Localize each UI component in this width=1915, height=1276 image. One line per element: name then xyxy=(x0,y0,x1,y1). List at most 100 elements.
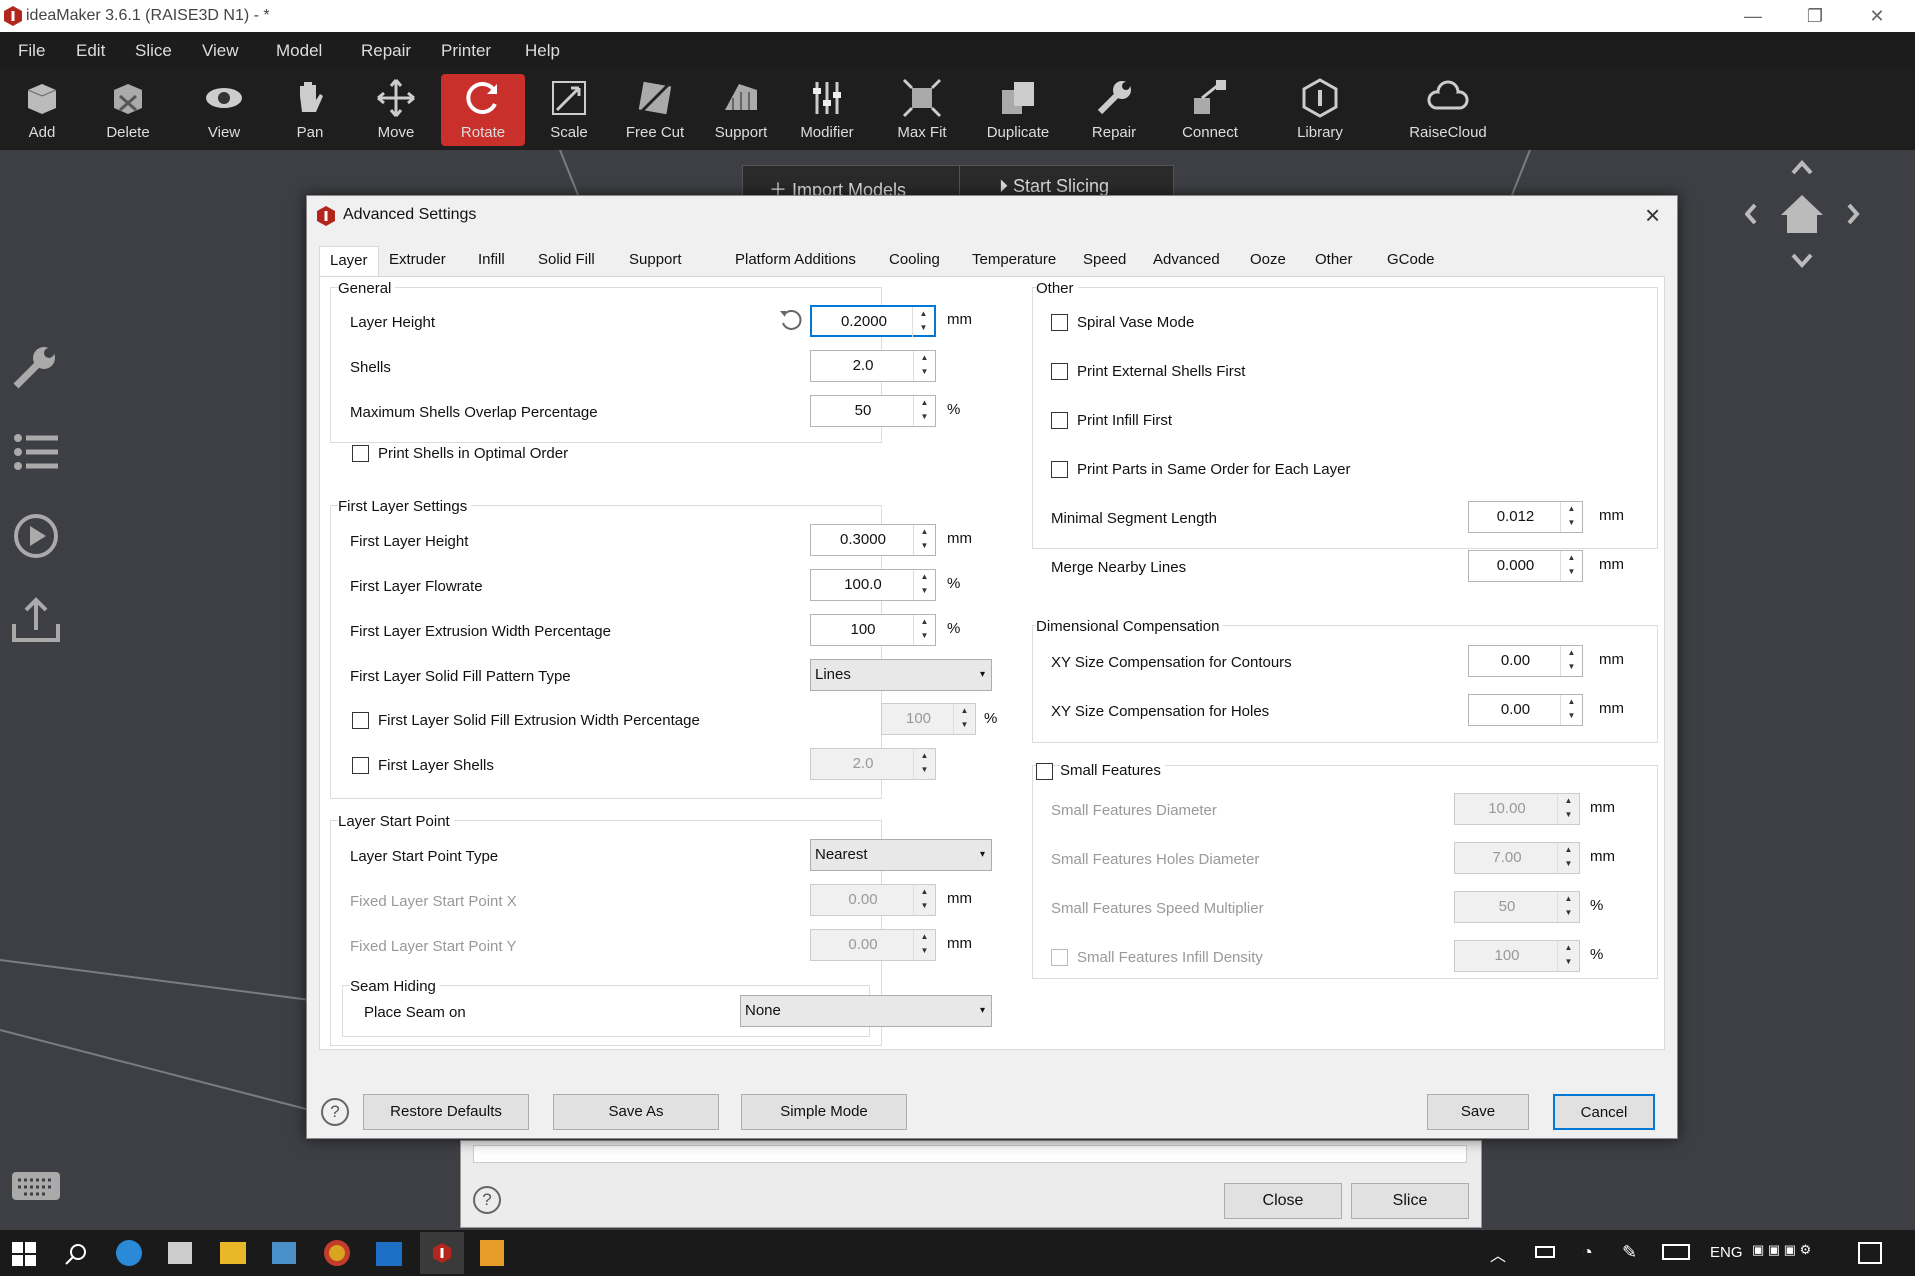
small-infill-input[interactable]: 100 ▲ ▼ xyxy=(1454,940,1580,972)
menu-view[interactable]: View xyxy=(202,41,239,61)
battery-icon[interactable] xyxy=(1535,1246,1555,1258)
tab-layer[interactable]: Layer xyxy=(319,246,379,276)
notification-icon[interactable] xyxy=(1858,1242,1882,1264)
xy-holes-input[interactable]: 0.00 ▲ ▼ xyxy=(1468,694,1583,726)
menu-repair[interactable]: Repair xyxy=(361,41,411,61)
outlook-icon[interactable] xyxy=(376,1242,402,1266)
tool-max-fit[interactable]: Max Fit xyxy=(880,74,964,146)
start-slicing-button[interactable]: ⏵ Start Slicing xyxy=(999,176,1109,197)
slice-button[interactable]: Slice xyxy=(1351,1183,1469,1219)
merge-lines-input[interactable]: 0.000 ▲ ▼ xyxy=(1468,550,1583,582)
first-layer-flowrate-input[interactable]: 100.0 ▲ ▼ xyxy=(810,569,936,601)
tool-raisecloud[interactable]: RaiseCloud xyxy=(1402,74,1494,146)
menu-help[interactable]: Help xyxy=(525,41,560,61)
tab-cooling[interactable]: Cooling xyxy=(879,246,950,276)
small-infill-checkbox[interactable] xyxy=(1051,949,1068,966)
tool-connect[interactable]: Connect xyxy=(1168,74,1252,146)
chrome-icon[interactable] xyxy=(324,1240,350,1266)
stepper-arrows[interactable]: ▲ ▼ xyxy=(1557,794,1579,824)
restore-button[interactable]: ❐ xyxy=(1784,0,1846,32)
play-side-icon[interactable] xyxy=(10,510,62,562)
tab-platform-additions[interactable]: Platform Additions xyxy=(725,246,866,276)
spiral-vase-checkbox[interactable] xyxy=(1051,314,1068,331)
small-holes-input[interactable]: 7.00 ▲ ▼ xyxy=(1454,842,1580,874)
infill-first-checkbox[interactable] xyxy=(1051,412,1068,429)
tool-add[interactable]: Add xyxy=(0,74,84,146)
tool-free-cut[interactable]: Free Cut xyxy=(613,74,697,146)
first-layer-height-input[interactable]: 0.3000 ▲ ▼ xyxy=(810,524,936,556)
cancel-button[interactable]: Cancel xyxy=(1553,1094,1655,1130)
stepper-arrows[interactable]: ▲ ▼ xyxy=(913,930,935,960)
stepper-arrows[interactable]: ▲ ▼ xyxy=(913,396,935,426)
list-side-icon[interactable] xyxy=(10,426,62,478)
tab-infill[interactable]: Infill xyxy=(468,246,515,276)
camera-nav-icon[interactable] xyxy=(1745,155,1865,275)
xy-contours-input[interactable]: 0.00 ▲ ▼ xyxy=(1468,645,1583,677)
stepper-arrows[interactable]: ▲ ▼ xyxy=(913,749,935,779)
tab-solid-fill[interactable]: Solid Fill xyxy=(528,246,605,276)
simple-mode-button[interactable]: Simple Mode xyxy=(741,1094,907,1130)
tab-advanced[interactable]: Advanced xyxy=(1143,246,1230,276)
app-f-icon[interactable] xyxy=(480,1240,504,1266)
stepper-arrows[interactable]: ▲ ▼ xyxy=(913,885,935,915)
keyboard-side-icon[interactable] xyxy=(10,1160,62,1204)
tool-move[interactable]: Move xyxy=(354,74,438,146)
shells-input[interactable]: 2.0 ▲ ▼ xyxy=(810,350,936,382)
stepper-arrows[interactable]: ▲ ▼ xyxy=(953,704,975,734)
keyboard-tray-icon[interactable] xyxy=(1662,1244,1690,1260)
dialog-help-icon[interactable]: ? xyxy=(321,1098,349,1126)
menu-edit[interactable]: Edit xyxy=(76,41,105,61)
stepper-arrows[interactable]: ▲ ▼ xyxy=(1557,843,1579,873)
first-layer-shells-input[interactable]: 2.0 ▲ ▼ xyxy=(810,748,936,780)
tool-support[interactable]: Support xyxy=(699,74,783,146)
solid-width-input[interactable]: 100 ▲ ▼ xyxy=(881,703,976,735)
tray-chevron-icon[interactable]: ︿ xyxy=(1490,1242,1506,1266)
save-button[interactable]: Save xyxy=(1427,1094,1529,1130)
tool-modifier[interactable]: Modifier xyxy=(785,74,869,146)
windows-start-icon[interactable] xyxy=(12,1242,36,1266)
stepper-arrows[interactable]: ▲ ▼ xyxy=(913,525,935,555)
folder-icon[interactable] xyxy=(220,1242,246,1264)
tool-repair[interactable]: Repair xyxy=(1072,74,1156,146)
minimize-button[interactable]: — xyxy=(1722,0,1784,32)
start-point-y-input[interactable]: 0.00 ▲ ▼ xyxy=(810,929,936,961)
app-icon[interactable] xyxy=(272,1242,296,1264)
dialog-close-icon[interactable]: × xyxy=(1645,200,1660,231)
menu-printer[interactable]: Printer xyxy=(441,41,491,61)
ext-shells-first-checkbox[interactable] xyxy=(1051,363,1068,380)
optimal-order-checkbox[interactable] xyxy=(352,445,369,462)
place-seam-select[interactable]: None ▾ xyxy=(740,995,992,1027)
tab-speed[interactable]: Speed xyxy=(1073,246,1136,276)
search-icon[interactable] xyxy=(64,1242,88,1266)
first-layer-shells-checkbox[interactable] xyxy=(352,757,369,774)
stepper-arrows[interactable]: ▲ ▼ xyxy=(1560,551,1582,581)
stepper-arrows[interactable]: ▲ ▼ xyxy=(912,307,934,337)
tab-support[interactable]: Support xyxy=(619,246,692,276)
tab-extruder[interactable]: Extruder xyxy=(379,246,456,276)
tray-icons[interactable]: ▣ ▣ ▣ ⚙ xyxy=(1752,1242,1826,1266)
tool-duplicate[interactable]: Duplicate xyxy=(976,74,1060,146)
stepper-arrows[interactable]: ▲ ▼ xyxy=(1560,695,1582,725)
tool-view[interactable]: View xyxy=(182,74,266,146)
edge-icon[interactable] xyxy=(116,1240,142,1266)
stepper-arrows[interactable]: ▲ ▼ xyxy=(913,615,935,645)
start-point-x-input[interactable]: 0.00 ▲ ▼ xyxy=(810,884,936,916)
tool-delete[interactable]: Delete xyxy=(86,74,170,146)
repair-side-icon[interactable] xyxy=(10,340,62,392)
first-layer-pattern-select[interactable]: Lines ▾ xyxy=(810,659,992,691)
small-speed-input[interactable]: 50 ▲ ▼ xyxy=(1454,891,1580,923)
stepper-arrows[interactable]: ▲ ▼ xyxy=(913,351,935,381)
tab-ooze[interactable]: Ooze xyxy=(1240,246,1296,276)
store-icon[interactable] xyxy=(168,1242,192,1264)
stepper-arrows[interactable]: ▲ ▼ xyxy=(1560,646,1582,676)
tool-rotate[interactable]: Rotate xyxy=(441,74,525,146)
stepper-arrows[interactable]: ▲ ▼ xyxy=(1557,892,1579,922)
layer-height-input[interactable]: 0.2000 ▲ ▼ xyxy=(810,305,936,337)
stepper-arrows[interactable]: ▲ ▼ xyxy=(1557,941,1579,971)
min-segment-input[interactable]: 0.012 ▲ ▼ xyxy=(1468,501,1583,533)
menu-slice[interactable]: Slice xyxy=(135,41,172,61)
solid-width-checkbox[interactable] xyxy=(352,712,369,729)
reset-icon[interactable] xyxy=(778,307,804,333)
ideamaker-task-icon[interactable] xyxy=(420,1232,464,1274)
close-panel-button[interactable]: Close xyxy=(1224,1183,1342,1219)
